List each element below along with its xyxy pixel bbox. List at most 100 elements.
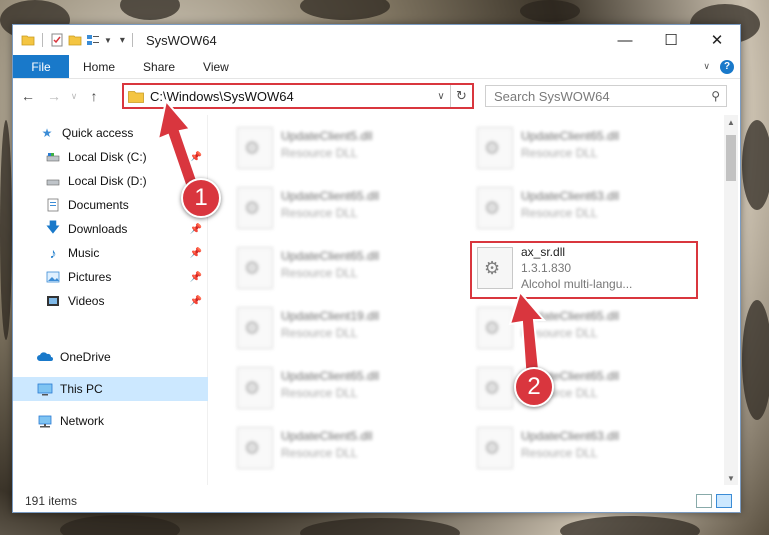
file-name: UpdateClient65.dll [521, 129, 620, 143]
file-item[interactable]: ⚙ UpdateClient65.dll Resource DLL [227, 361, 457, 417]
file-description: Resource DLL [521, 146, 598, 160]
sidebar-item-videos[interactable]: Videos 📌 [13, 289, 208, 313]
status-bar: 191 items [13, 490, 740, 512]
file-name: UpdateClient65.dll [281, 369, 380, 383]
sidebar-item-label: This PC [60, 382, 103, 396]
search-input[interactable]: Search SysWOW64 ⚲ [485, 85, 727, 107]
pin-icon[interactable]: 📌 [190, 152, 202, 163]
pin-icon[interactable]: 📌 [190, 296, 202, 307]
chevron-down-icon[interactable]: ▼ [104, 36, 112, 45]
customize-toolbar-icon[interactable]: ▾ [120, 35, 125, 46]
toolbar-separator [131, 33, 133, 47]
cloud-icon [37, 350, 53, 364]
sidebar-item-local-disk-d[interactable]: Local Disk (D:) [13, 169, 208, 193]
star-icon: ★ [41, 126, 53, 140]
chevron-down-icon[interactable]: ∨ [432, 91, 450, 102]
dll-file-icon: ⚙ [237, 427, 273, 469]
sidebar-item-this-pc[interactable]: This PC [13, 377, 208, 401]
sidebar-item-label: Network [60, 414, 105, 428]
pictures-icon [45, 270, 61, 284]
tiles-view-icon[interactable] [716, 494, 732, 508]
recent-locations-icon[interactable]: ∨ [69, 85, 79, 107]
sidebar-item-label: Downloads [68, 222, 128, 236]
computer-icon [37, 382, 53, 396]
file-item[interactable]: ⚙ UpdateClient65.dll Resource DLL [227, 241, 457, 297]
properties-icon[interactable] [50, 33, 64, 47]
step-2-badge: 2 [514, 367, 554, 407]
sidebar-item-onedrive[interactable]: OneDrive [13, 345, 208, 369]
help-icon[interactable]: ? [720, 59, 734, 74]
gear-icon: ⚙ [244, 198, 261, 218]
file-item[interactable]: ⚙ UpdateClient65.dll Resource DLL [227, 181, 457, 237]
scroll-up-icon[interactable]: ▲ [724, 115, 738, 129]
dll-file-icon: ⚙ [237, 247, 273, 289]
up-arrow-icon[interactable]: ↑ [83, 85, 105, 107]
gear-icon: ⚙ [244, 438, 261, 458]
sidebar-item-downloads[interactable]: 🡇 Downloads 📌 [13, 217, 208, 241]
tab-file[interactable]: File [13, 55, 69, 78]
file-item[interactable]: ⚙ UpdateClient65.dll Resource DLL [467, 121, 697, 177]
scroll-thumb[interactable] [726, 135, 736, 181]
drive-icon [45, 150, 61, 164]
sidebar-item-label: Documents [68, 198, 129, 212]
file-name: UpdateClient63.dll [521, 189, 620, 203]
title-bar: ▼ ▾ SysWOW64 — ☐ ✕ [13, 25, 740, 55]
details-view-icon[interactable] [696, 494, 712, 508]
address-bar[interactable]: C:\Windows\SysWOW64 ∨ ↻ [122, 83, 474, 109]
file-description: Resource DLL [281, 326, 358, 340]
pin-icon[interactable]: 📌 [190, 248, 202, 259]
sidebar-item-label: Quick access [62, 126, 134, 140]
pin-icon[interactable]: 📌 [190, 224, 202, 235]
sidebar-item-documents[interactable]: Documents 📌 [13, 193, 208, 217]
explorer-window: ▼ ▾ SysWOW64 — ☐ ✕ File Home Share View … [12, 24, 741, 513]
gear-icon: ⚙ [244, 318, 261, 338]
tab-view[interactable]: View [189, 55, 243, 78]
file-item[interactable]: ⚙ UpdateClient65.dll Resource DLL [467, 361, 697, 417]
tab-home[interactable]: Home [69, 55, 129, 78]
file-item[interactable]: ⚙ UpdateClient63.dll Resource DLL [467, 421, 697, 477]
sidebar-item-network[interactable]: Network [13, 409, 208, 433]
minimize-button[interactable]: — [602, 25, 648, 55]
sidebar-item-label: Music [68, 246, 100, 260]
new-folder-icon[interactable] [68, 33, 82, 47]
sidebar-item-label: Videos [68, 294, 105, 308]
maximize-button[interactable]: ☐ [648, 25, 694, 55]
window-title: SysWOW64 [145, 32, 217, 48]
refresh-icon[interactable]: ↻ [450, 85, 472, 107]
file-description: Resource DLL [521, 326, 598, 340]
vertical-scrollbar[interactable]: ▲ ▼ [724, 115, 738, 485]
gear-icon: ⚙ [484, 378, 501, 398]
gear-icon: ⚙ [484, 318, 501, 338]
folder-icon[interactable] [21, 33, 35, 47]
file-item[interactable]: ⚙ UpdateClient5.dll Resource DLL [227, 121, 457, 177]
highlight-box [470, 241, 698, 299]
sidebar-item-music[interactable]: ♪ Music 📌 [13, 241, 208, 265]
file-list: ⚙ UpdateClient5.dll Resource DLL ⚙ Update… [209, 115, 725, 485]
sidebar-item-pictures[interactable]: Pictures 📌 [13, 265, 208, 289]
sidebar-item-quick-access[interactable]: ★ Quick access [13, 121, 208, 145]
file-item[interactable]: ⚙ UpdateClient19.dll Resource DLL [227, 301, 457, 357]
dll-file-icon: ⚙ [477, 307, 513, 349]
sidebar-item-local-disk-c[interactable]: Local Disk (C:) 📌 [13, 145, 208, 169]
expand-ribbon-icon[interactable]: ∨ [703, 61, 710, 72]
sidebar-item-label: OneDrive [60, 350, 111, 364]
back-arrow-icon[interactable]: ← [17, 85, 39, 107]
pin-icon[interactable]: 📌 [190, 272, 202, 283]
file-description: Resource DLL [281, 446, 358, 460]
file-item[interactable]: ⚙ UpdateClient5.dll Resource DLL [227, 421, 457, 477]
tab-share[interactable]: Share [129, 55, 189, 78]
forward-arrow-icon[interactable]: → [43, 85, 65, 107]
dll-file-icon: ⚙ [477, 127, 513, 169]
file-description: Resource DLL [281, 206, 358, 220]
view-options-icon[interactable] [86, 33, 100, 47]
window-controls: — ☐ ✕ [602, 25, 740, 55]
close-button[interactable]: ✕ [694, 25, 740, 55]
toolbar-separator [42, 33, 43, 47]
scroll-down-icon[interactable]: ▼ [724, 471, 738, 485]
file-name: UpdateClient63.dll [521, 429, 620, 443]
file-item[interactable]: ⚙ UpdateClient63.dll Resource DLL [467, 181, 697, 237]
quick-access-toolbar: ▼ ▾ [21, 33, 136, 47]
file-name: UpdateClient5.dll [281, 429, 373, 443]
file-item[interactable]: ⚙ UpdateClient65.dll Resource DLL [467, 301, 697, 357]
file-name: UpdateClient65.dll [281, 249, 380, 263]
